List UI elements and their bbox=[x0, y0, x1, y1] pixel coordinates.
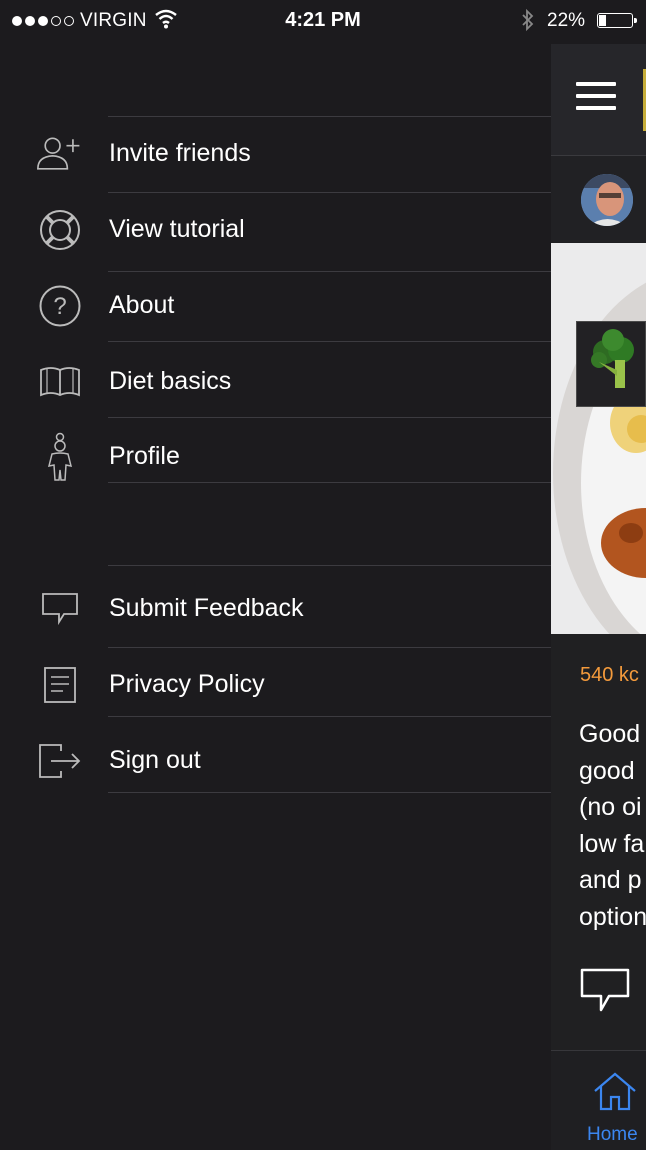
broccoli-badge bbox=[576, 321, 646, 407]
menu-divider bbox=[108, 116, 551, 117]
hamburger-menu-icon[interactable] bbox=[576, 82, 616, 110]
calories-label: 540 kc bbox=[580, 664, 639, 686]
menu-item-invite-friends[interactable]: Invite friends bbox=[0, 120, 551, 186]
post-header bbox=[551, 156, 646, 242]
question-icon: ? bbox=[36, 284, 84, 328]
menu-divider bbox=[108, 647, 551, 648]
document-icon bbox=[36, 663, 84, 707]
menu-divider bbox=[108, 482, 551, 483]
menu-divider bbox=[108, 716, 551, 717]
book-icon bbox=[36, 360, 84, 404]
post-description: Good good (no oi low fa and p option bbox=[579, 720, 646, 931]
menu-item-privacy-policy[interactable]: Privacy Policy bbox=[0, 651, 551, 717]
chef-icon bbox=[36, 432, 84, 481]
battery-icon bbox=[597, 13, 637, 28]
menu-divider bbox=[108, 565, 551, 566]
speech-bubble-icon bbox=[36, 587, 84, 631]
menu-divider bbox=[108, 792, 551, 793]
menu-divider bbox=[108, 192, 551, 193]
home-icon[interactable] bbox=[593, 1071, 637, 1118]
main-panel[interactable]: 540 kc Good good (no oi low fa and p opt… bbox=[551, 44, 646, 1150]
battery-percent: 22% bbox=[547, 10, 586, 31]
menu-item-label: About bbox=[109, 291, 175, 319]
menu-divider bbox=[108, 341, 551, 342]
add-user-icon bbox=[36, 132, 84, 176]
lifebuoy-icon bbox=[36, 208, 84, 252]
menu-item-sign-out[interactable]: Sign out bbox=[0, 727, 551, 793]
menu-item-label: View tutorial bbox=[109, 215, 245, 243]
top-bar bbox=[551, 44, 646, 156]
menu-item-profile[interactable]: Profile bbox=[0, 423, 551, 489]
menu-item-label: Submit Feedback bbox=[109, 594, 304, 622]
menu-divider bbox=[108, 417, 551, 418]
comment-icon[interactable] bbox=[579, 966, 631, 1021]
menu-item-view-tutorial[interactable]: View tutorial bbox=[0, 196, 551, 262]
menu-item-diet-basics[interactable]: Diet basics bbox=[0, 348, 551, 414]
tab-home[interactable]: Home bbox=[587, 1124, 638, 1146]
menu-item-about[interactable]: ? About bbox=[0, 272, 551, 338]
menu-item-label: Sign out bbox=[109, 746, 201, 774]
meal-photo[interactable] bbox=[551, 243, 646, 634]
menu-item-label: Diet basics bbox=[109, 367, 232, 395]
menu-item-submit-feedback[interactable]: Submit Feedback bbox=[0, 575, 551, 641]
menu-item-label: Profile bbox=[109, 442, 180, 470]
tab-bar: Home bbox=[551, 1050, 646, 1150]
svg-text:?: ? bbox=[53, 293, 66, 320]
avatar[interactable] bbox=[581, 174, 633, 226]
menu-item-label: Invite friends bbox=[109, 139, 251, 167]
sign-out-icon bbox=[36, 739, 84, 783]
menu-item-label: Privacy Policy bbox=[109, 670, 265, 698]
side-menu: Invite friends View tutorial ? About Die… bbox=[0, 0, 551, 1150]
